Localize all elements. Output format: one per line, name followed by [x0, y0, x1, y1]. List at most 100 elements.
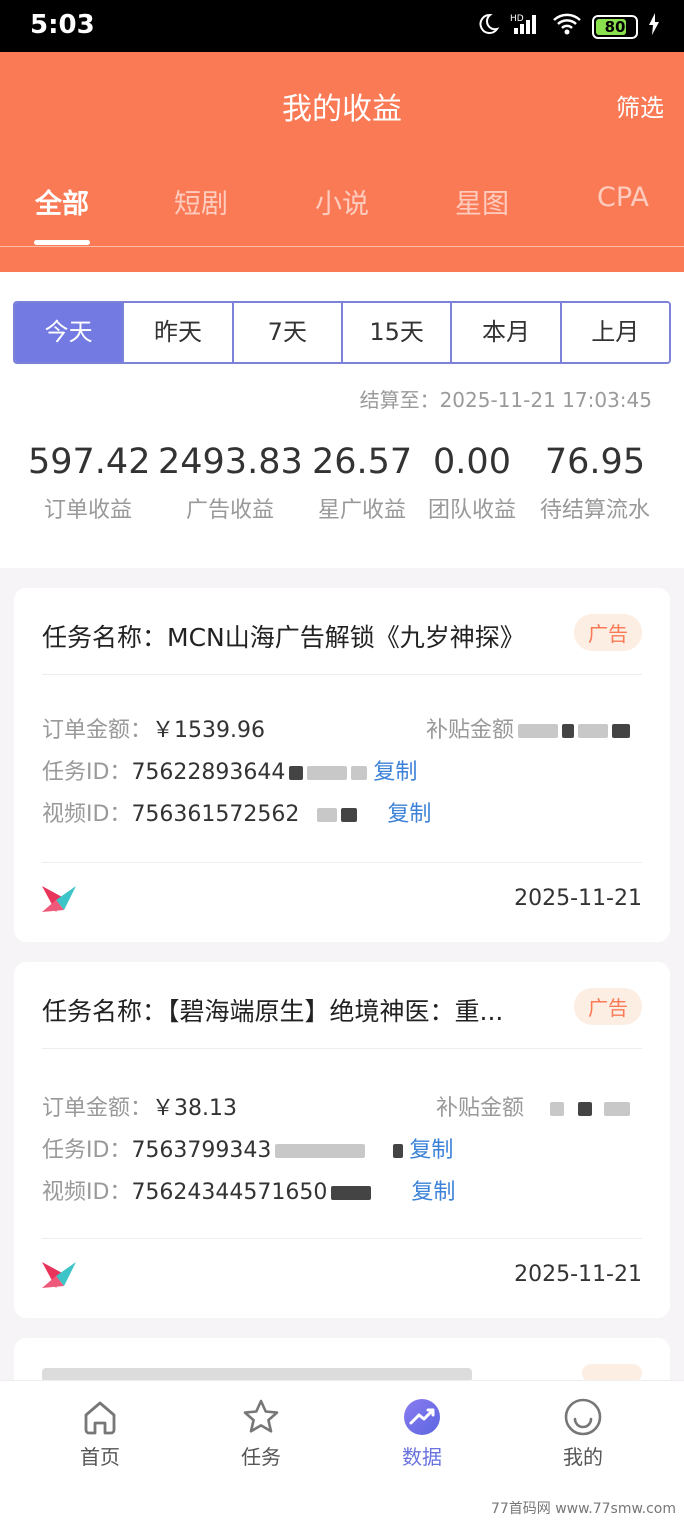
task-id-value: 7563799343: [131, 1138, 272, 1163]
stat-label: 星广收益: [317, 498, 406, 523]
task-id-row: 任务ID：7563799343 复制: [42, 1132, 453, 1164]
tab-xingtu[interactable]: 星图: [422, 182, 542, 221]
wifi-icon: [552, 12, 582, 41]
stat-value: 76.95: [544, 442, 646, 482]
order-amount-row: 订单金额：￥1539.96: [42, 712, 265, 744]
period-selector: 今天 昨天 7天 15天 本月 上月: [13, 301, 671, 364]
platform-logo-icon: [42, 1262, 76, 1288]
task-name: 任务名称：【碧海端原生】绝境神医：重...: [42, 997, 504, 1026]
redacted-block: [341, 808, 358, 822]
video-id-value: 75624344571650: [131, 1180, 328, 1205]
tab-cpa[interactable]: CPA: [563, 182, 683, 213]
status-icons: HD 80: [476, 12, 660, 41]
chart-icon: [404, 1399, 440, 1435]
period-today[interactable]: 今天: [15, 303, 125, 362]
nav-label: 首页: [80, 1445, 120, 1469]
copy-task-id-button[interactable]: 复制: [373, 760, 417, 785]
nav-label: 数据: [402, 1445, 442, 1469]
redacted-block: [562, 724, 574, 738]
task-id-label: 任务ID：: [42, 760, 132, 785]
signal-icon: HD: [510, 12, 542, 41]
stat-label: 订单收益: [43, 498, 132, 523]
redacted-block: [307, 766, 348, 780]
nav-data[interactable]: 数据: [362, 1397, 482, 1470]
redacted-block: [604, 1102, 630, 1116]
task-id-row: 任务ID：75622893644 复制: [42, 754, 417, 786]
order-amount-value: ￥1539.96: [152, 718, 265, 743]
do-not-disturb-icon: [476, 12, 500, 41]
status-bar: 5:03 HD 80: [0, 0, 684, 52]
stat-pending: 76.95 待结算流水: [532, 442, 658, 524]
charging-icon: [648, 13, 660, 40]
stat-ad: 2493.83 广告收益: [158, 442, 303, 524]
stats-row: 597.42 订单收益 2493.83 广告收益 26.57 星广收益 0.00…: [0, 442, 684, 542]
task-card[interactable]: 任务名称：【碧海端原生】绝境神医：重... 广告 订单金额：￥38.13 补贴金…: [14, 962, 670, 1318]
video-id-row: 视频ID：75624344571650 复制: [42, 1174, 455, 1206]
svg-text:HD: HD: [510, 14, 524, 24]
stat-label: 待结算流水: [539, 498, 650, 523]
redacted-block: [612, 724, 630, 738]
redacted-block: [289, 766, 304, 780]
nav-task[interactable]: 任务: [201, 1397, 321, 1470]
period-this-month[interactable]: 本月: [452, 303, 562, 362]
task-card[interactable]: 任务名称：MCN山海广告解锁《九岁神探》 广告 订单金额：￥1539.96 补贴…: [14, 588, 670, 942]
task-name: 任务名称：MCN山海广告解锁《九岁神探》: [42, 623, 525, 652]
copy-task-id-button[interactable]: 复制: [409, 1138, 453, 1163]
tab-indicator: [34, 240, 90, 245]
task-type-badge: 广告: [574, 614, 642, 651]
copy-video-id-button[interactable]: 复制: [387, 802, 431, 827]
period-7-days[interactable]: 7天: [233, 303, 343, 362]
subsidy-row: 补贴金额: [436, 1090, 630, 1122]
card-divider: [42, 1048, 642, 1049]
stat-label: 广告收益: [185, 498, 274, 523]
period-last-month[interactable]: 上月: [561, 303, 669, 362]
battery-level: 80: [604, 17, 626, 36]
tab-novel[interactable]: 小说: [282, 182, 402, 221]
card-divider: [42, 674, 642, 675]
copy-video-id-button[interactable]: 复制: [411, 1180, 455, 1205]
page-title: 我的收益: [282, 92, 402, 127]
period-yesterday[interactable]: 昨天: [124, 303, 234, 362]
stat-order: 597.42 订单收益: [28, 442, 151, 524]
tab-short-drama[interactable]: 短剧: [141, 182, 261, 221]
stat-value: 0.00: [433, 442, 511, 482]
status-time: 5:03: [30, 10, 95, 40]
redacted-block: [518, 724, 558, 738]
nav-home[interactable]: 首页: [40, 1397, 160, 1470]
video-id-value: 756361572562: [131, 802, 300, 827]
redacted-block: [578, 724, 608, 738]
battery-indicator: 80: [592, 14, 638, 39]
video-id-row: 视频ID：756361572562 复制: [42, 796, 431, 828]
tab-all[interactable]: 全部: [2, 182, 122, 221]
task-date: 2025-11-21: [514, 1262, 642, 1287]
star-icon: [243, 1399, 279, 1433]
summary-panel: 今天 昨天 7天 15天 本月 上月 结算至：2025-11-21 17:03:…: [0, 272, 684, 568]
order-amount-value: ￥38.13: [152, 1096, 237, 1121]
card-divider: [42, 862, 642, 863]
filter-button[interactable]: 筛选: [616, 88, 664, 123]
category-tabs: 全部 短剧 小说 星图 CPA: [0, 182, 684, 246]
redacted-block: [275, 1144, 366, 1158]
nav-mine[interactable]: 我的: [523, 1397, 643, 1470]
subsidy-label: 补贴金额: [425, 718, 514, 743]
platform-logo-icon: [42, 886, 76, 912]
order-amount-label: 订单金额：: [42, 718, 153, 743]
card-divider: [42, 1238, 642, 1239]
order-amount-row: 订单金额：￥38.13: [42, 1090, 237, 1122]
redacted-block: [578, 1102, 592, 1116]
period-15-days[interactable]: 15天: [342, 303, 453, 362]
smile-icon: [564, 1398, 602, 1436]
header: 我的收益 筛选 全部 短剧 小说 星图 CPA: [0, 52, 684, 272]
subsidy-label: 补贴金额: [435, 1096, 524, 1121]
redacted-block: [351, 766, 368, 780]
task-type-badge: 广告: [574, 988, 642, 1025]
video-id-label: 视频ID：: [42, 1180, 132, 1205]
stat-label: 团队收益: [427, 498, 516, 523]
nav-label: 任务: [241, 1445, 281, 1469]
settle-time: 结算至：2025-11-21 17:03:45: [359, 388, 652, 412]
redacted-block: [393, 1144, 404, 1158]
task-id-value: 75622893644: [131, 760, 286, 785]
task-date: 2025-11-21: [514, 886, 642, 911]
stat-value: 597.42: [28, 442, 151, 482]
header-divider: [0, 246, 684, 247]
